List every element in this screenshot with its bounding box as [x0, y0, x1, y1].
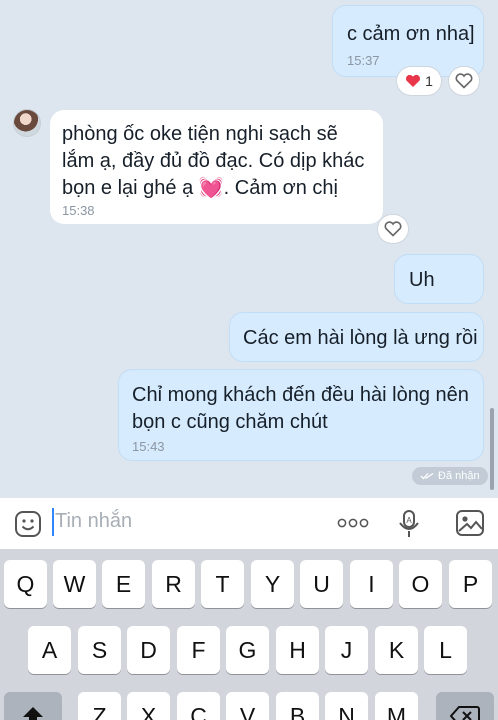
svg-text:A: A [406, 516, 412, 525]
key[interactable]: M [375, 692, 418, 720]
key[interactable]: G [226, 626, 269, 674]
key[interactable]: R [152, 560, 195, 608]
reaction-badge[interactable]: 1 [397, 67, 441, 95]
seen-label: Đã nhận [438, 470, 480, 482]
key[interactable]: X [127, 692, 170, 720]
key[interactable]: J [325, 626, 368, 674]
key[interactable]: W [53, 560, 96, 608]
key[interactable]: K [375, 626, 418, 674]
react-button[interactable] [449, 67, 479, 95]
key[interactable]: O [399, 560, 442, 608]
key[interactable]: E [102, 560, 145, 608]
key[interactable]: F [177, 626, 220, 674]
composer-bar: Tin nhắn A [0, 497, 498, 549]
message-bubble[interactable]: Chỉ mong khách đến đều hài lòng nên bọn … [118, 369, 484, 461]
message-bubble[interactable]: phòng ốc oke tiện nghi sạch sẽ lắm ạ, đầ… [50, 110, 383, 224]
key[interactable]: P [449, 560, 492, 608]
backspace-icon [450, 706, 480, 720]
message-text: Uh [409, 269, 435, 291]
more-icon[interactable] [337, 518, 369, 528]
key[interactable]: Y [251, 560, 294, 608]
double-check-icon [420, 472, 434, 480]
key[interactable]: A [28, 626, 71, 674]
reaction-count: 1 [425, 73, 433, 89]
key[interactable]: L [424, 626, 467, 674]
message-text: Chỉ mong khách đến đều hài lòng nên bọn … [132, 384, 469, 433]
message-time: 15:38 [62, 203, 95, 218]
seen-status: Đã nhận [412, 467, 488, 485]
key[interactable]: B [276, 692, 319, 720]
message-text: c cảm ơn nha] [347, 23, 475, 45]
key[interactable]: H [276, 626, 319, 674]
avatar[interactable] [13, 109, 41, 137]
image-icon[interactable] [455, 509, 485, 537]
shift-key[interactable] [4, 692, 62, 720]
message-time: 15:43 [132, 439, 165, 454]
message-text: phòng ốc oke tiện nghi sạch sẽ lắm ạ, đầ… [62, 123, 365, 199]
key[interactable]: S [78, 626, 121, 674]
heart-icon [406, 74, 421, 87]
message-text: Các em hài lòng là ưng rồi [243, 327, 478, 349]
chat-area: c cảm ơn nha] 15:37 1 phòng ốc oke tiện … [0, 0, 498, 497]
text-cursor [52, 508, 54, 536]
message-time: 15:37 [347, 53, 380, 68]
heart-outline-icon [455, 73, 473, 89]
key[interactable]: D [127, 626, 170, 674]
heart-outline-icon [384, 221, 402, 237]
key[interactable]: I [350, 560, 393, 608]
message-bubble[interactable]: Các em hài lòng là ưng rồi [229, 312, 484, 362]
scrollbar[interactable] [490, 408, 494, 490]
key[interactable]: V [226, 692, 269, 720]
message-input[interactable]: Tin nhắn [55, 510, 132, 533]
backspace-key[interactable] [436, 692, 494, 720]
key[interactable]: Z [78, 692, 121, 720]
voice-icon[interactable]: A [398, 509, 420, 539]
react-button[interactable] [378, 215, 408, 243]
key[interactable]: T [201, 560, 244, 608]
emoji-icon[interactable] [14, 510, 42, 538]
keyboard: Q W E R T Y U I O P A S D F G H J K L Z … [0, 549, 498, 720]
message-bubble[interactable]: Uh [394, 254, 484, 304]
key[interactable]: C [177, 692, 220, 720]
key[interactable]: N [325, 692, 368, 720]
key[interactable]: Q [4, 560, 47, 608]
key[interactable]: U [300, 560, 343, 608]
shift-icon [23, 707, 43, 720]
